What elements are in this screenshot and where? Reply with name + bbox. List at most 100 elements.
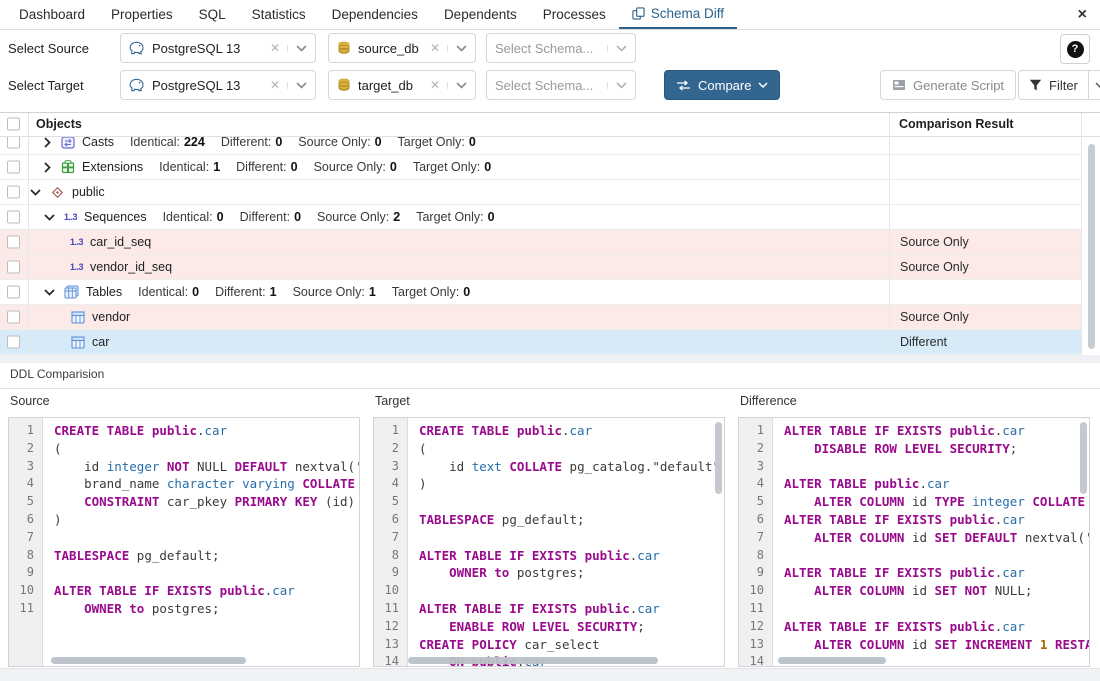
row-checkbox[interactable] xyxy=(7,261,20,274)
line-number: 7 xyxy=(9,529,42,547)
stat: Target Only:0 xyxy=(398,136,476,149)
panel-resize-handle[interactable] xyxy=(0,355,1100,363)
chevron-down-icon[interactable] xyxy=(287,82,307,89)
extensions-icon xyxy=(60,160,75,174)
stat-label: Source Only: xyxy=(298,136,370,149)
chevron-down-icon[interactable] xyxy=(607,45,627,52)
table-row[interactable]: vendorSource Only xyxy=(0,305,1081,330)
tab-dependents[interactable]: Dependents xyxy=(431,0,530,29)
target-database-select[interactable]: target_db ✕ xyxy=(328,70,476,100)
code-token: car xyxy=(570,423,593,438)
source-code-area[interactable]: CREATE TABLE public.car( id integer NOT … xyxy=(44,418,359,666)
scrollbar-thumb[interactable] xyxy=(51,657,246,664)
row-checkbox[interactable] xyxy=(7,211,20,224)
line-number: 4 xyxy=(374,475,407,493)
code-line: ( xyxy=(54,440,359,458)
table-row[interactable]: 1..3car_id_seqSource Only xyxy=(0,230,1081,255)
stat-label: Different: xyxy=(221,136,272,149)
chevron-down-icon[interactable] xyxy=(287,45,307,52)
chevron-right-icon[interactable] xyxy=(44,137,51,148)
close-icon[interactable]: × xyxy=(1078,0,1087,29)
clear-icon[interactable]: ✕ xyxy=(270,78,280,92)
table-row[interactable]: TablesIdentical:0Different:1Source Only:… xyxy=(0,280,1081,305)
chevron-down-icon[interactable] xyxy=(44,289,55,296)
select-all-checkbox[interactable] xyxy=(7,118,20,131)
code-token: car_select xyxy=(524,637,599,652)
table-row[interactable]: 1..3vendor_id_seqSource Only xyxy=(0,255,1081,280)
code-line: ALTER COLUMN id TYPE integer COLLATE xyxy=(784,493,1089,511)
compare-label: Compare xyxy=(698,78,751,93)
chevron-right-icon[interactable] xyxy=(44,162,51,173)
horizontal-scrollbar[interactable] xyxy=(773,656,1087,665)
filter-button[interactable]: Filter xyxy=(1018,70,1089,100)
row-checkbox[interactable] xyxy=(7,161,20,174)
difference-code-area[interactable]: ALTER TABLE IF EXISTS public.car DISABLE… xyxy=(774,418,1089,666)
horizontal-scrollbar[interactable] xyxy=(43,656,357,665)
code-line: TABLESPACE pg_default; xyxy=(419,511,724,529)
target-server-select[interactable]: PostgreSQL 13 ✕ xyxy=(120,70,316,100)
vertical-scrollbar-thumb[interactable] xyxy=(1080,422,1087,494)
stat: Different:1 xyxy=(215,285,276,299)
object-name: car xyxy=(92,335,109,349)
scrollbar-thumb[interactable] xyxy=(778,657,886,664)
code-token: TYPE xyxy=(935,494,973,509)
tab-schema-diff[interactable]: Schema Diff xyxy=(619,0,737,29)
row-checkbox[interactable] xyxy=(7,186,20,199)
table-row[interactable]: CastsIdentical:224Different:0Source Only… xyxy=(0,136,1081,155)
table-row[interactable]: carDifferent xyxy=(0,330,1081,355)
scrollbar-thumb[interactable] xyxy=(1088,144,1095,349)
difference-pane-title: Difference xyxy=(740,394,797,408)
table-row[interactable]: 1..3SequencesIdentical:0Different:0Sourc… xyxy=(0,205,1081,230)
row-checkbox[interactable] xyxy=(7,336,20,349)
table-row[interactable]: ExtensionsIdentical:1Different:0Source O… xyxy=(0,155,1081,180)
generate-script-button[interactable]: Generate Script xyxy=(880,70,1016,100)
source-schema-select[interactable]: Select Schema... xyxy=(486,33,636,63)
chevron-down-icon[interactable] xyxy=(758,82,768,88)
help-button[interactable]: ? xyxy=(1060,34,1090,64)
chevron-down-icon[interactable] xyxy=(30,189,41,196)
row-checkbox[interactable] xyxy=(7,136,20,149)
row-checkbox[interactable] xyxy=(7,311,20,324)
target-schema-select[interactable]: Select Schema... xyxy=(486,70,636,100)
code-token: ALTER TABLE IF EXISTS public xyxy=(784,619,995,634)
tab-properties[interactable]: Properties xyxy=(98,0,186,29)
code-line: CREATE TABLE public.car xyxy=(419,422,724,440)
table-row[interactable]: public xyxy=(0,180,1081,205)
line-number: 13 xyxy=(739,636,772,654)
horizontal-scrollbar[interactable] xyxy=(408,656,722,665)
tab-processes[interactable]: Processes xyxy=(530,0,619,29)
row-checkbox[interactable] xyxy=(7,286,20,299)
stat-value: 0 xyxy=(488,210,495,224)
code-token: ALTER TABLE public xyxy=(784,476,919,491)
clear-icon[interactable]: ✕ xyxy=(430,78,440,92)
tab-label: Statistics xyxy=(252,7,306,22)
tab-dashboard[interactable]: Dashboard xyxy=(6,0,98,29)
filter-dropdown-button[interactable] xyxy=(1089,70,1100,100)
chevron-down-icon[interactable] xyxy=(447,45,467,52)
code-token: NULL xyxy=(197,459,235,474)
scrollbar-thumb[interactable] xyxy=(408,657,658,664)
compare-button[interactable]: Compare xyxy=(664,70,780,100)
chevron-down-icon[interactable] xyxy=(44,214,55,221)
source-server-select[interactable]: PostgreSQL 13 ✕ xyxy=(120,33,316,63)
vertical-scrollbar-thumb[interactable] xyxy=(715,422,722,494)
tab-sql[interactable]: SQL xyxy=(186,0,239,29)
code-line: ALTER TABLE IF EXISTS public.car xyxy=(419,600,724,618)
generate-script-label: Generate Script xyxy=(913,78,1004,93)
target-code-area[interactable]: CREATE TABLE public.car( id text COLLATE… xyxy=(409,418,724,666)
code-token: postgres; xyxy=(152,601,220,616)
source-database-select[interactable]: source_db ✕ xyxy=(328,33,476,63)
clear-icon[interactable]: ✕ xyxy=(430,41,440,55)
clear-icon[interactable]: ✕ xyxy=(270,41,280,55)
source-database-value: source_db xyxy=(358,41,423,56)
stat-value: 0 xyxy=(390,160,397,174)
database-icon xyxy=(337,41,351,55)
tab-statistics[interactable]: Statistics xyxy=(239,0,319,29)
code-line: id text COLLATE pg_catalog."default" xyxy=(419,458,724,476)
code-line: ) xyxy=(419,475,724,493)
row-checkbox[interactable] xyxy=(7,236,20,249)
grid-vertical-scrollbar[interactable] xyxy=(1087,136,1097,353)
tab-dependencies[interactable]: Dependencies xyxy=(319,0,431,29)
chevron-down-icon[interactable] xyxy=(607,82,627,89)
chevron-down-icon[interactable] xyxy=(447,82,467,89)
